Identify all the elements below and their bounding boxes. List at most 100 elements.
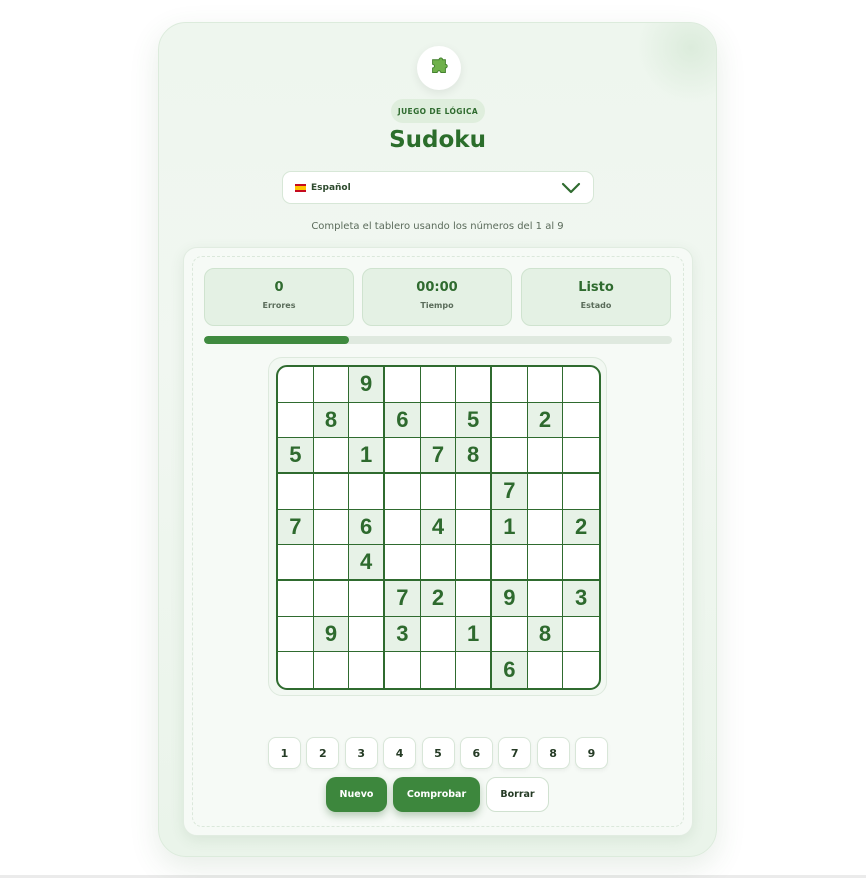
sudoku-cell[interactable]: [314, 652, 350, 688]
sudoku-cell[interactable]: [313, 509, 350, 546]
sudoku-cell[interactable]: [313, 438, 350, 474]
sudoku-cell[interactable]: [278, 581, 314, 617]
sudoku-cell[interactable]: [528, 652, 564, 688]
number-button-8[interactable]: 8: [536, 737, 570, 769]
sudoku-cell[interactable]: [278, 652, 314, 688]
sudoku-cell[interactable]: [420, 474, 457, 510]
number-button-5[interactable]: 5: [421, 737, 455, 769]
sudoku-cell[interactable]: [563, 545, 599, 581]
sudoku-cell[interactable]: [385, 652, 421, 688]
sudoku-cell[interactable]: [349, 581, 385, 617]
sudoku-cell[interactable]: 5: [278, 438, 314, 474]
sudoku-cell[interactable]: [421, 652, 457, 688]
sudoku-cell[interactable]: [492, 545, 528, 581]
sudoku-cell[interactable]: [456, 367, 492, 403]
language-select[interactable]: Español: [282, 171, 594, 204]
sudoku-cell[interactable]: [563, 403, 599, 439]
sudoku-cell[interactable]: [527, 474, 564, 510]
sudoku-cell[interactable]: 7: [278, 509, 314, 546]
sudoku-cell[interactable]: 5: [456, 402, 492, 439]
sudoku-cell[interactable]: 7: [385, 581, 421, 617]
number-pad: 123456789: [268, 737, 608, 769]
sudoku-cell[interactable]: [527, 367, 564, 403]
sudoku-cell[interactable]: [278, 616, 314, 653]
sudoku-cell[interactable]: 6: [385, 402, 421, 439]
sudoku-cell[interactable]: [313, 474, 350, 510]
sudoku-cell[interactable]: [492, 367, 528, 403]
sudoku-cell[interactable]: 6: [349, 509, 385, 546]
sudoku-cell[interactable]: 8: [313, 402, 350, 439]
sudoku-cell[interactable]: [420, 367, 457, 403]
sudoku-cell[interactable]: [563, 367, 599, 403]
sudoku-cell[interactable]: [456, 545, 492, 581]
game-card: JUEGO DE LÓGICA Sudoku Español Completa …: [158, 22, 717, 857]
sudoku-cell[interactable]: [385, 474, 421, 510]
sudoku-cell[interactable]: [385, 438, 421, 474]
sudoku-cell[interactable]: [456, 509, 492, 546]
sudoku-cell[interactable]: 8: [456, 438, 492, 474]
sudoku-cell[interactable]: [349, 652, 385, 688]
sudoku-cell[interactable]: [527, 509, 564, 546]
sudoku-cell[interactable]: [349, 402, 385, 439]
sudoku-cell[interactable]: [278, 402, 314, 439]
new-game-button[interactable]: Nuevo: [326, 777, 387, 812]
number-button-2[interactable]: 2: [306, 737, 340, 769]
sudoku-cell[interactable]: 9: [349, 367, 385, 403]
sudoku-cell[interactable]: [349, 616, 385, 653]
clear-button[interactable]: Borrar: [486, 777, 549, 812]
sudoku-cell[interactable]: [385, 545, 421, 581]
sudoku-cell[interactable]: 9: [492, 581, 528, 617]
sudoku-cell[interactable]: 3: [563, 581, 599, 617]
number-button-4[interactable]: 4: [383, 737, 417, 769]
sudoku-cell[interactable]: [492, 402, 528, 439]
number-button-3[interactable]: 3: [344, 737, 378, 769]
spain-flag-icon: [295, 183, 306, 192]
sudoku-cell[interactable]: [527, 438, 564, 474]
sudoku-cell[interactable]: 8: [527, 616, 564, 653]
sudoku-cell[interactable]: 9: [313, 616, 350, 653]
sudoku-cell[interactable]: [456, 581, 492, 617]
stat-status-label: Estado: [580, 301, 612, 310]
number-button-7[interactable]: 7: [498, 737, 532, 769]
sudoku-cell[interactable]: [563, 438, 599, 474]
sudoku-cell[interactable]: 4: [349, 545, 385, 581]
number-button-9[interactable]: 9: [575, 737, 608, 769]
sudoku-cell[interactable]: 7: [420, 438, 457, 474]
sudoku-cell[interactable]: [278, 367, 314, 403]
sudoku-cell[interactable]: [456, 652, 492, 688]
sudoku-cell[interactable]: [313, 581, 350, 617]
sudoku-cell[interactable]: 2: [527, 402, 564, 439]
sudoku-cell[interactable]: [563, 474, 599, 510]
sudoku-cell[interactable]: 3: [385, 616, 421, 653]
logo-badge: [417, 46, 461, 90]
sudoku-cell[interactable]: [349, 474, 385, 510]
sudoku-cell[interactable]: 2: [563, 509, 599, 546]
number-button-6[interactable]: 6: [459, 737, 493, 769]
sudoku-cell[interactable]: 4: [420, 509, 457, 546]
sudoku-cell[interactable]: [563, 652, 599, 688]
sudoku-cell[interactable]: [420, 616, 457, 653]
sudoku-cell[interactable]: [420, 545, 457, 581]
sudoku-cell[interactable]: [456, 474, 492, 510]
sudoku-cell[interactable]: [492, 438, 528, 474]
sudoku-cell[interactable]: 7: [492, 474, 528, 510]
sudoku-cell[interactable]: 2: [420, 581, 457, 617]
sudoku-cell[interactable]: 1: [492, 509, 528, 546]
sudoku-cell[interactable]: 1: [456, 616, 492, 653]
sudoku-cell[interactable]: [527, 581, 564, 617]
sudoku-cell[interactable]: [278, 545, 314, 581]
sudoku-cell[interactable]: [527, 545, 564, 581]
sudoku-cell[interactable]: [313, 545, 350, 581]
sudoku-cell[interactable]: [385, 509, 421, 546]
sudoku-cell[interactable]: [492, 616, 528, 653]
sudoku-cell[interactable]: 6: [492, 652, 528, 688]
sudoku-cell[interactable]: [313, 367, 350, 403]
sudoku-cell[interactable]: [385, 367, 421, 403]
sudoku-cell[interactable]: [420, 402, 457, 439]
number-button-1[interactable]: 1: [268, 737, 301, 769]
sudoku-cell[interactable]: [278, 474, 314, 510]
check-button[interactable]: Comprobar: [393, 777, 480, 812]
sudoku-cell[interactable]: 1: [349, 438, 385, 474]
sudoku-cell[interactable]: [563, 617, 599, 653]
stat-status: Listo Estado: [521, 268, 671, 326]
